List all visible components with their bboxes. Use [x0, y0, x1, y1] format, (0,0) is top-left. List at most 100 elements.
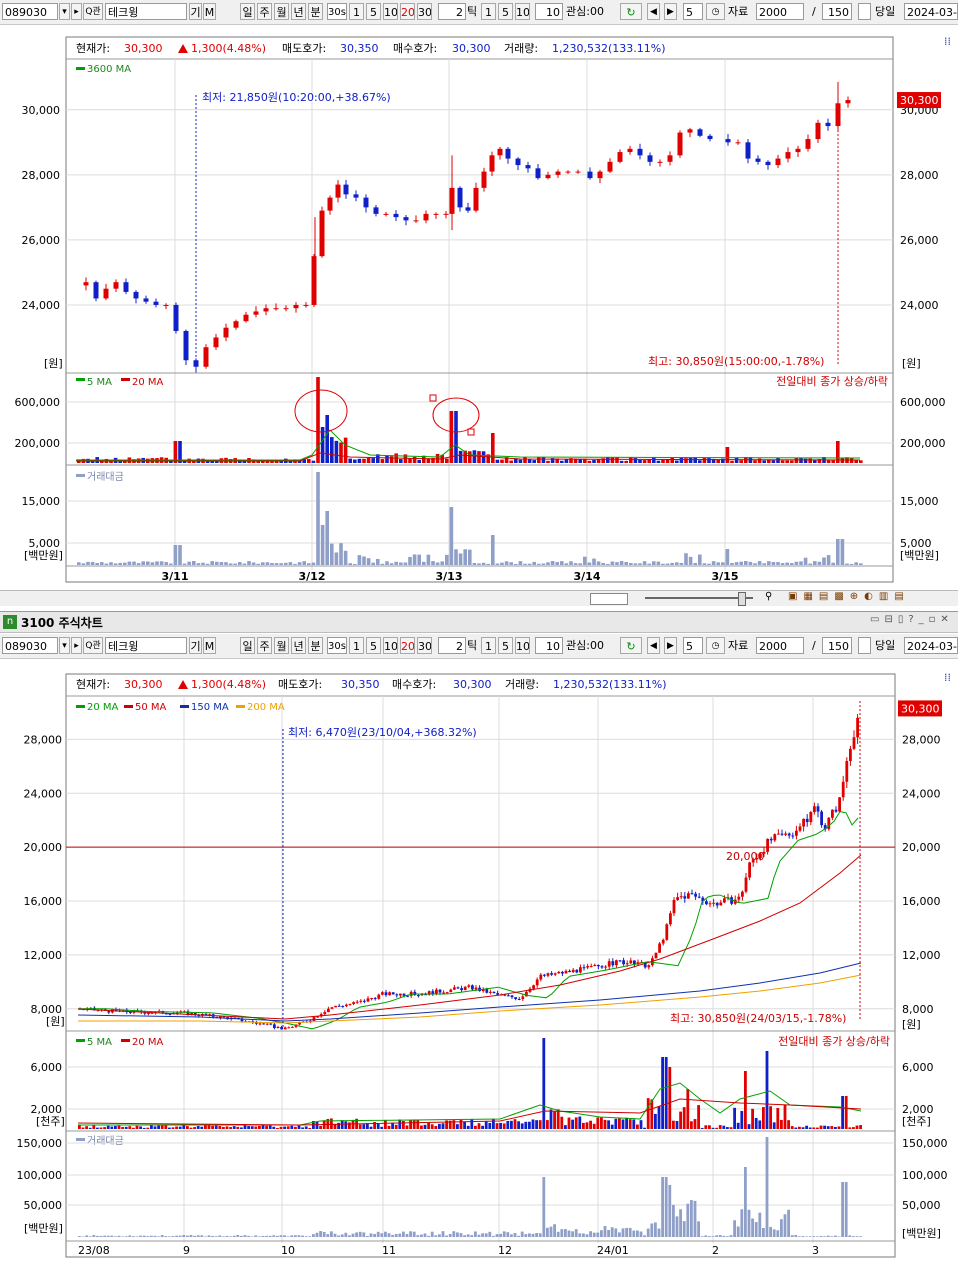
step-input[interactable]: 5 [683, 3, 703, 20]
m-button-2[interactable]: M [203, 637, 216, 654]
data-count-select-2[interactable]: 2000 [756, 637, 804, 654]
gi-button-2[interactable]: 기 [189, 637, 202, 654]
amount-bar [844, 1182, 848, 1237]
period-button-0[interactable]: 일 [240, 637, 255, 654]
code-input[interactable]: 089030 [2, 3, 58, 20]
interval-button-3[interactable]: 20 [400, 637, 415, 654]
tick-custom-input[interactable]: 10 [535, 3, 563, 20]
volume-bar [805, 1125, 808, 1129]
m-button[interactable]: M [203, 3, 216, 20]
prev-arrow-icon[interactable]: ◀ [647, 3, 660, 20]
refresh-icon[interactable]: ↻ [620, 637, 642, 654]
volume-label: 거래량: [505, 678, 539, 691]
display-count-input-2[interactable]: 150 [822, 637, 852, 654]
date-input-2[interactable]: 2024-03- [904, 637, 958, 654]
candle-body [637, 148, 643, 156]
period-button-0[interactable]: 일 [240, 3, 255, 20]
code-input-2[interactable]: 089030 [2, 637, 58, 654]
tick-button-0[interactable]: 1 [481, 3, 496, 20]
period-button-4[interactable]: 분 [308, 3, 323, 20]
data-count-select[interactable]: 2000 [756, 3, 804, 20]
volume-bar [449, 411, 454, 463]
amount-bar [283, 1235, 286, 1237]
volume-bar [103, 1127, 106, 1129]
stock-search-button[interactable]: Q관 [83, 3, 103, 20]
amount-bar [81, 1236, 85, 1237]
clock-icon[interactable]: ◷ [706, 637, 725, 654]
tick-button-2[interactable]: 10 [515, 3, 530, 20]
window-controls[interactable]: ▭⊟▯?_▫✕ [870, 614, 954, 625]
bid-label: 매수호가: [392, 678, 436, 691]
zoom-slider[interactable] [645, 597, 753, 599]
dropdown-arrow-icon[interactable]: ▾ [59, 3, 70, 20]
refresh-icon[interactable]: ↻ [620, 3, 642, 20]
interval-button-0[interactable]: 1 [349, 3, 364, 20]
amount-bar [618, 1232, 621, 1237]
interval-button-1[interactable]: 5 [366, 3, 381, 20]
next-arrow-icon[interactable]: ▶ [664, 637, 677, 654]
minute-select-2[interactable]: 30s [327, 637, 347, 654]
tick-button-1[interactable]: 5 [498, 3, 513, 20]
magnifier-icon[interactable]: ⚲ [765, 591, 772, 602]
interval-button-2[interactable]: 10 [383, 3, 398, 20]
next-arrow-icon[interactable]: ▶ [664, 3, 677, 20]
tick-button-1[interactable]: 5 [498, 637, 513, 654]
candle-body [381, 992, 384, 995]
tick-button-2[interactable]: 10 [515, 637, 530, 654]
zoom-thumb[interactable] [738, 592, 746, 606]
volume-bar [747, 1124, 751, 1129]
volume-bar [286, 1126, 290, 1129]
amount-bar [92, 1235, 96, 1237]
scroll-box[interactable] [590, 593, 628, 605]
stock-name-field[interactable]: 테크윙 [105, 3, 187, 20]
stock-search-button-2[interactable]: Q관 [83, 637, 103, 654]
candle-body [417, 995, 420, 997]
interval-button-2[interactable]: 10 [383, 637, 398, 654]
clock-icon[interactable]: ◷ [706, 3, 725, 20]
tick-input-2[interactable]: 2 [438, 637, 466, 654]
volume-bar [751, 1108, 754, 1129]
period-button-4[interactable]: 분 [308, 637, 323, 654]
interval-button-3[interactable]: 20 [400, 3, 415, 20]
dropdown-arrow-icon[interactable]: ▾ [59, 637, 70, 654]
daily-chart[interactable]: 현재가: 30,300 1,300(4.48%) 매도호가: 30,350 매수호가: 30… [0, 659, 958, 1261]
prev-arrow-icon[interactable]: ◀ [647, 637, 660, 654]
amount-bar [169, 563, 173, 565]
play-icon[interactable]: ▸ [71, 3, 82, 20]
amount-bar [518, 561, 523, 565]
today-checkbox[interactable] [858, 3, 871, 20]
date-input[interactable]: 2024-03- [904, 3, 958, 20]
play-icon[interactable]: ▸ [71, 637, 82, 654]
minute-select[interactable]: 30s [327, 3, 347, 20]
stock-name-field-2[interactable]: 테크윙 [105, 637, 187, 654]
candle-body [327, 1008, 330, 1013]
interval-button-4[interactable]: 30 [417, 3, 432, 20]
period-button-2[interactable]: 월 [274, 3, 289, 20]
intraday-chart[interactable]: 현재가: 30,300 1,300(4.48%) 매도호가: 30,350 매수호가: 30… [0, 25, 958, 590]
display-count-input[interactable]: 150 [822, 3, 852, 20]
today-checkbox-2[interactable] [858, 637, 871, 654]
period-button-1[interactable]: 주 [257, 637, 272, 654]
tick-custom-input-2[interactable]: 10 [535, 637, 563, 654]
tick-input[interactable]: 2 [438, 3, 466, 20]
period-button-3[interactable]: 년 [291, 637, 306, 654]
period-button-2[interactable]: 월 [274, 637, 289, 654]
step-input-2[interactable]: 5 [683, 637, 703, 654]
toolbar-icons[interactable]: ▣▦▤▩⊕◐▥▤ [788, 591, 910, 602]
amount-bar [801, 1236, 805, 1237]
amount-bar [715, 1235, 718, 1237]
amount-bar [578, 563, 582, 565]
candle-body [849, 748, 852, 762]
amount-legend: 거래대금 [87, 471, 124, 483]
interval-button-1[interactable]: 5 [366, 637, 381, 654]
interval-button-0[interactable]: 1 [349, 637, 364, 654]
period-button-3[interactable]: 년 [291, 3, 306, 20]
amount-bar [290, 1235, 294, 1237]
candle-body [507, 995, 510, 997]
interval-button-4[interactable]: 30 [417, 637, 432, 654]
gi-button[interactable]: 기 [189, 3, 202, 20]
period-button-1[interactable]: 주 [257, 3, 272, 20]
tick-button-0[interactable]: 1 [481, 637, 496, 654]
candle-body [337, 1005, 341, 1007]
amount-bar [541, 563, 546, 565]
